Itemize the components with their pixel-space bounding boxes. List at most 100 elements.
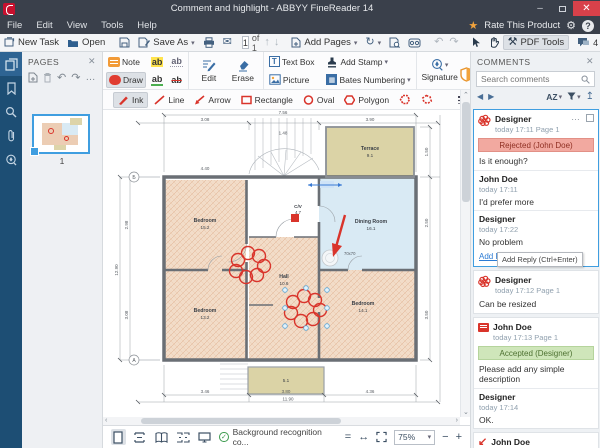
zoom-out-button[interactable]: −	[442, 431, 448, 443]
prev-page-icon[interactable]: ↑	[264, 37, 270, 48]
next-comment-button[interactable]: ▶	[488, 92, 494, 101]
note-tool-button[interactable]: Note	[106, 54, 146, 70]
save-button[interactable]	[115, 36, 134, 49]
hand-tool-button[interactable]	[485, 36, 503, 49]
open-button[interactable]: Open	[63, 36, 109, 49]
help-icon[interactable]: ?	[582, 20, 594, 32]
erase-tool-button[interactable]: Erase	[226, 59, 260, 83]
single-page-view-button[interactable]	[111, 429, 126, 445]
print-button[interactable]	[199, 36, 219, 49]
polygon-tool-button[interactable]: Polygon	[340, 92, 393, 108]
note-annotation-marker[interactable]	[291, 214, 299, 222]
fit-page-button[interactable]	[376, 431, 387, 443]
comment-more-button[interactable]: …	[571, 114, 580, 120]
menu-help[interactable]: Help	[130, 20, 164, 31]
fit-width-button[interactable]: ↔	[358, 431, 369, 443]
draw-tool-button[interactable]: Draw	[106, 72, 146, 88]
save-as-button[interactable]: Save As ▾	[134, 36, 198, 49]
page-number-input[interactable]: 1	[242, 36, 249, 49]
picture-tool-button[interactable]: Picture	[267, 72, 317, 88]
scrolling-view-button[interactable]	[133, 429, 148, 445]
oval-tool-button[interactable]: Oval	[299, 92, 338, 108]
bates-numbering-button[interactable]: ▦ Bates Numbering ▾	[324, 72, 412, 88]
undo-icon[interactable]: ↶	[434, 37, 443, 48]
scroll-up-icon[interactable]: ⌃	[463, 91, 469, 99]
scroll-right-icon[interactable]: ›	[456, 417, 458, 424]
menu-view[interactable]: View	[60, 20, 94, 31]
collapse-comments-button[interactable]: ↥	[586, 91, 594, 102]
next-page-icon[interactable]: ↓	[274, 37, 280, 48]
sidebar-signatures-tab[interactable]	[0, 148, 22, 172]
zoom-in-button[interactable]: +	[456, 431, 462, 443]
zoom-select[interactable]: 75% ▾	[394, 430, 435, 445]
restore-button[interactable]	[551, 1, 573, 16]
new-task-button[interactable]: New Task	[0, 36, 63, 49]
fit-page-width-lines-button[interactable]: =	[345, 431, 351, 443]
bookmark-icon	[6, 82, 17, 95]
rotate-button[interactable]: ↻ ▾	[361, 36, 385, 49]
ink-tool-button[interactable]: Ink	[113, 92, 148, 108]
horizontal-scrollbar[interactable]: ‹ ›	[103, 417, 460, 425]
prev-comment-button[interactable]: ◀	[477, 92, 483, 101]
settings-gear-icon[interactable]: ⚙	[566, 19, 576, 32]
comment-thread-3[interactable]: John Doe today 17:13 Page 1 Accepted (De…	[473, 317, 599, 429]
signature-button[interactable]: ▾ Signature	[420, 59, 460, 82]
delete-page-icon[interactable]	[43, 72, 52, 83]
fullscreen-view-button[interactable]	[198, 429, 213, 445]
arrow-tool-button[interactable]: Arrow	[190, 92, 234, 108]
find-button[interactable]	[404, 37, 425, 49]
comment-thread-4[interactable]: ↙ John Doe today 17:16 Page 1 What's thi…	[473, 432, 599, 448]
rectangle-tool-button[interactable]: Rectangle	[237, 92, 297, 108]
pdf-tools-button[interactable]: ⚒ PDF Tools	[503, 35, 570, 50]
document-canvas[interactable]: 7.56 3.90 3.08 1.48 4.40 12.90 2.98 3.08…	[103, 110, 460, 417]
close-button[interactable]: ✕	[573, 1, 600, 16]
redo-icon[interactable]: ↷	[449, 37, 458, 48]
add-pages-button[interactable]: Add Pages ▾	[287, 36, 361, 49]
scroll-down-icon[interactable]: ⌄	[463, 408, 469, 416]
freeform-cloud-tool-button[interactable]	[417, 92, 437, 108]
comment-thread-1[interactable]: Designer today 17:11 Page 1 … Rejected (…	[473, 109, 599, 267]
vertical-scroll-thumb[interactable]	[462, 102, 470, 202]
comments-search-input[interactable]	[481, 74, 581, 84]
rotate-left-icon[interactable]: ↶	[57, 71, 66, 84]
sidebar-bookmarks-tab[interactable]	[0, 76, 22, 100]
insert-text-tool-button[interactable]: ab	[168, 54, 185, 70]
line-tool-button[interactable]: Line	[150, 92, 188, 108]
menu-file[interactable]: File	[0, 20, 29, 31]
comments-search-box[interactable]	[476, 71, 595, 87]
facing-scrolling-view-button[interactable]	[176, 429, 191, 445]
page-thumbnail[interactable]	[32, 114, 90, 154]
rate-product-link[interactable]: Rate This Product	[484, 20, 560, 31]
horizontal-scroll-thumb[interactable]	[141, 418, 341, 424]
comment-checkbox[interactable]	[586, 114, 594, 122]
more-pages-actions-icon[interactable]: …	[85, 72, 95, 83]
text-box-tool-button[interactable]: T Text Box	[267, 54, 317, 70]
facing-pages-view-button[interactable]	[154, 429, 169, 445]
rotate-right-icon[interactable]: ↷	[71, 71, 80, 84]
filter-comments-button[interactable]: ▾	[567, 92, 581, 101]
sidebar-search-tab[interactable]	[0, 100, 22, 124]
menu-tools[interactable]: Tools	[94, 20, 130, 31]
menu-edit[interactable]: Edit	[29, 20, 59, 31]
cloud-tool-button[interactable]	[395, 92, 415, 108]
edit-tool-button[interactable]: Edit	[192, 59, 226, 83]
underline-tool-button[interactable]: ab	[149, 72, 166, 88]
sidebar-attachments-tab[interactable]	[0, 124, 22, 148]
strikethrough-tool-button[interactable]: ab	[168, 72, 185, 88]
add-stamp-button[interactable]: Add Stamp ▾	[324, 54, 412, 70]
pages-panel-close-icon[interactable]: ✕	[88, 56, 96, 67]
comments-count-button[interactable]: 4	[573, 36, 600, 49]
vertical-scrollbar[interactable]: ⌃ ⌄	[460, 90, 470, 417]
add-page-icon[interactable]	[28, 72, 38, 83]
comment-thread-2[interactable]: Designer today 17:12 Page 1 Can be resiz…	[473, 270, 599, 314]
page-preview-button[interactable]	[385, 36, 404, 49]
highlight-tool-button[interactable]: ab	[149, 54, 166, 70]
comments-panel-close-icon[interactable]: ✕	[586, 56, 594, 67]
select-tool-button[interactable]	[468, 36, 485, 49]
minimize-button[interactable]: –	[529, 1, 551, 16]
sidebar-pages-tab[interactable]	[0, 52, 22, 76]
underline-icon: ab	[151, 74, 164, 86]
scroll-left-icon[interactable]: ‹	[105, 417, 107, 424]
sort-comments-button[interactable]: AZ ▾	[546, 92, 562, 102]
email-button[interactable]: ✉	[219, 36, 236, 49]
